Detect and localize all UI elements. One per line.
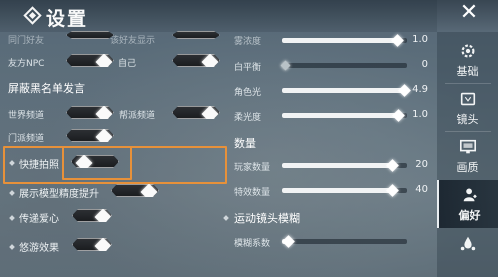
close-button[interactable]: ✕: [458, 2, 480, 24]
highlight-box-inner: [62, 146, 132, 180]
saturation-value: 4.9: [412, 84, 428, 95]
blur-coefficient-label: 模糊系数: [234, 239, 271, 249]
tab-quality[interactable]: 画质: [437, 132, 498, 180]
love-transfer-toggle[interactable]: [72, 209, 112, 222]
effect-count-label: 特效数量: [234, 188, 271, 198]
quantity-section-title: 数量: [234, 137, 256, 150]
slider-fill: [282, 188, 392, 193]
camera-frame-icon: [460, 92, 476, 106]
tab-quality-label: 画质: [456, 161, 479, 174]
page-title: 设置: [46, 8, 89, 30]
guild-channel-label: 帮派频道: [119, 111, 156, 121]
cut-label-2: 该好友显示: [110, 36, 156, 46]
header-bar: 设置 ✕: [0, 0, 498, 32]
motion-blur-section-title: 运动镜头模糊: [234, 212, 300, 225]
friend-npc-toggle[interactable]: [66, 54, 114, 67]
saturation-slider[interactable]: [282, 84, 411, 97]
toggle-cut-2[interactable]: [172, 31, 220, 39]
block-section-title: 屏蔽黑名单发言: [8, 82, 85, 95]
toggle-cut-1[interactable]: [66, 31, 114, 39]
tab-basic[interactable]: 基础: [437, 36, 498, 84]
guild-channel-toggle[interactable]: [172, 106, 220, 119]
effect-count-value: 40: [415, 184, 428, 195]
slider-fill: [282, 163, 392, 168]
player-count-value: 20: [415, 159, 428, 170]
self-toggle[interactable]: [172, 54, 220, 67]
settings-diamond-icon: [23, 6, 42, 25]
fog-value: 1.0: [412, 34, 428, 45]
tab-camera-label: 镜头: [456, 113, 479, 126]
friend-npc-label: 友方NPC: [8, 59, 45, 69]
tab-more[interactable]: [437, 229, 498, 277]
blur-coefficient-slider[interactable]: [282, 235, 407, 248]
softness-slider[interactable]: [282, 109, 407, 122]
white-balance-slider[interactable]: [280, 60, 407, 71]
tab-basic-label: 基础: [456, 65, 479, 78]
tab-preference-label: 偏好: [458, 209, 481, 222]
softness-label: 柔光度: [234, 113, 262, 123]
effect-count-slider[interactable]: [282, 184, 407, 197]
world-channel-label: 世界频道: [8, 111, 45, 121]
slider-fill: [282, 113, 398, 118]
white-balance-label: 白平衡: [234, 63, 262, 73]
show-model-label: 展示模型精度提升: [19, 189, 99, 200]
travel-effect-label: 悠游效果: [19, 243, 59, 254]
slider-fill: [282, 38, 397, 43]
softness-value: 1.0: [412, 109, 428, 120]
monitor-icon: [459, 139, 477, 154]
gear-icon: [461, 44, 475, 58]
sect-channel-label: 门派频道: [8, 134, 45, 144]
travel-effect-toggle[interactable]: [72, 238, 112, 251]
fog-slider[interactable]: [282, 34, 407, 47]
world-channel-toggle[interactable]: [66, 106, 114, 119]
show-model-toggle[interactable]: [111, 184, 159, 197]
fog-label: 雾浓度: [234, 37, 262, 47]
player-count-label: 玩家数量: [234, 163, 271, 173]
saturation-label: 角色光: [234, 88, 262, 98]
cut-label-1: 同门好友: [8, 36, 45, 46]
white-balance-value: 0: [421, 59, 428, 70]
tab-preference[interactable]: 偏好: [437, 180, 498, 228]
self-label: 自己: [118, 59, 137, 69]
tab-camera[interactable]: 镜头: [437, 84, 498, 132]
drops-icon: [460, 236, 476, 251]
person-icon: [463, 188, 477, 202]
category-tabs: 基础 镜头 画质 偏好: [437, 32, 498, 277]
love-transfer-label: 传递爱心: [19, 214, 59, 225]
slider-fill: [282, 88, 403, 93]
sect-channel-toggle[interactable]: [66, 129, 114, 142]
player-count-slider[interactable]: [282, 159, 407, 172]
